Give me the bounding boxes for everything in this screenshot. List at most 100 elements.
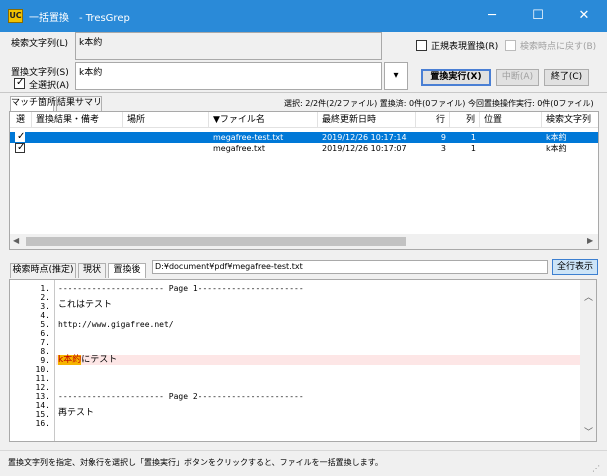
divider xyxy=(0,92,607,93)
col-header-filename[interactable]: ▼ファイル名 xyxy=(209,112,318,128)
table-header: 選 置換結果・備考 場所 ▼ファイル名 最終更新日時 行 列 位置 検索文字列 xyxy=(10,112,598,128)
row-col: 1 xyxy=(470,133,476,142)
scroll-down-icon[interactable]: ﹀ xyxy=(584,425,593,438)
row-pos xyxy=(484,143,540,154)
tab-current[interactable]: 現状 xyxy=(78,263,106,278)
preview-tabs: 検索時点(推定) 現状 置換後 xyxy=(10,263,150,278)
line-number: 7. xyxy=(40,338,50,347)
abort-button[interactable]: 中断(A) xyxy=(496,69,539,86)
line-number: 4. xyxy=(40,311,50,320)
line-number: 3. xyxy=(40,302,50,311)
page-header-line: ---------------------- Page 2-----------… xyxy=(58,392,304,401)
row-result xyxy=(36,132,121,143)
show-all-rows-button[interactable]: 全行表示 xyxy=(552,259,598,275)
tab-after-replace[interactable]: 置換後 xyxy=(108,263,146,278)
row-place xyxy=(127,132,207,143)
table-horizontal-scrollbar[interactable]: ◀ ▶ xyxy=(10,234,598,249)
match-line-rest: にテスト xyxy=(81,355,118,365)
row-line: 3 xyxy=(440,144,446,153)
col-header-col[interactable]: 列 xyxy=(450,112,480,128)
file-path-field[interactable]: D:¥document¥pdf¥megafree-test.txt xyxy=(152,260,548,274)
title-bar[interactable]: UC 一括置換 - TresGrep ─ ☐ ✕ xyxy=(0,0,607,32)
col-header-line[interactable]: 行 xyxy=(416,112,450,128)
scroll-left-icon[interactable]: ◀ xyxy=(13,236,19,245)
close-button[interactable]: ✕ xyxy=(561,0,607,32)
tab-at-search[interactable]: 検索時点(推定) xyxy=(10,263,76,278)
line-number: 8. xyxy=(40,347,50,356)
row-modified: 2019/12/26 10:17:14 xyxy=(322,133,407,142)
resize-grip-icon[interactable]: ⋰ xyxy=(592,464,600,473)
replace-field[interactable]: k本約 xyxy=(75,62,382,90)
row-modified: 2019/12/26 10:17:07 xyxy=(322,144,407,153)
row-checkbox[interactable] xyxy=(15,131,25,142)
col-header-check[interactable]: 選 xyxy=(12,112,32,128)
search-field[interactable]: k本約 xyxy=(75,32,382,60)
replace-history-dropdown[interactable]: ▾ xyxy=(384,62,408,90)
table-row[interactable]: megafree-test.txt 2019/12/26 10:17:14 9 … xyxy=(10,131,598,143)
match-highlight: k本約 xyxy=(58,355,82,365)
window-title: 一括置換 - TresGrep xyxy=(29,13,130,24)
preview-editor[interactable]: 1. 2. 3. 4. 5. 6. 7. 8. 9. 10. 11. 12. 1… xyxy=(9,279,597,442)
revert-checkbox[interactable] xyxy=(505,40,516,51)
preview-line: 再テスト xyxy=(58,408,95,418)
scroll-up-icon[interactable]: ︿ xyxy=(584,290,593,303)
line-number-gutter: 1. 2. 3. 4. 5. 6. 7. 8. 9. 10. 11. 12. 1… xyxy=(10,280,55,441)
line-number: 5. xyxy=(40,320,50,329)
table-scroll-thumb[interactable] xyxy=(26,237,406,246)
table-row[interactable]: megafree.txt 2019/12/26 10:17:07 3 1 k本約 xyxy=(10,142,598,154)
editor-vertical-scrollbar[interactable]: ︿ ﹀ xyxy=(580,280,596,441)
regex-label: 正規表現置換(R) xyxy=(431,42,499,52)
line-number: 14. xyxy=(35,401,50,410)
col-header-place[interactable]: 場所 xyxy=(123,112,209,128)
replace-value: k本約 xyxy=(79,68,103,78)
row-searchstr: k本約 xyxy=(546,144,567,153)
row-place xyxy=(127,143,207,154)
minimize-button[interactable]: ─ xyxy=(469,0,515,32)
row-filename: megafree-test.txt xyxy=(213,133,284,142)
row-searchstr: k本約 xyxy=(546,133,567,142)
col-header-result[interactable]: 置換結果・備考 xyxy=(32,112,123,128)
row-checkbox[interactable] xyxy=(15,142,25,153)
line-number: 10. xyxy=(35,365,50,374)
tab-summary[interactable]: 結果サマリ xyxy=(56,96,102,111)
line-number: 13. xyxy=(35,392,50,401)
line-number: 9. xyxy=(40,356,50,365)
page-header-line: ---------------------- Page 1-----------… xyxy=(58,284,304,293)
line-number: 6. xyxy=(40,329,50,338)
line-number: 11. xyxy=(35,374,50,383)
row-result xyxy=(36,143,121,154)
execute-button[interactable]: 置換実行(X) xyxy=(421,69,491,86)
maximize-button[interactable]: ☐ xyxy=(515,0,561,32)
match-line: k本約にテスト xyxy=(58,355,118,365)
app-icon: UC xyxy=(8,9,23,23)
chevron-down-icon: ▾ xyxy=(393,70,399,81)
col-header-pos[interactable]: 位置 xyxy=(480,112,542,128)
line-number: 1. xyxy=(40,284,50,293)
highlighted-line xyxy=(56,355,580,365)
status-bar: 置換文字列を指定、対象行を選択し「置換実行」ボタンをクリックすると、ファイルを一… xyxy=(0,450,607,476)
line-number: 16. xyxy=(35,419,50,428)
row-line: 9 xyxy=(440,133,446,142)
preview-line: http://www.gigafree.net/ xyxy=(58,320,174,329)
scroll-right-icon[interactable]: ▶ xyxy=(587,236,593,245)
results-table[interactable]: 選 置換結果・備考 場所 ▼ファイル名 最終更新日時 行 列 位置 検索文字列 … xyxy=(9,111,599,250)
select-all-checkbox[interactable] xyxy=(14,77,25,89)
search-label: 検索文字列(L) xyxy=(11,39,69,49)
col-header-searchstr[interactable]: 検索文字列 xyxy=(542,112,598,128)
selection-summary: 選択: 2/2件(2/2ファイル) 置換済: 0件(0ファイル) 今回置換操作実… xyxy=(284,99,594,108)
row-col: 1 xyxy=(470,144,476,153)
finish-button[interactable]: 終了(C) xyxy=(544,69,589,86)
status-text: 置換文字列を指定、対象行を選択し「置換実行」ボタンをクリックすると、ファイルを一… xyxy=(8,458,383,467)
select-all-label: 全選択(A) xyxy=(29,81,70,91)
preview-line: これはテスト xyxy=(58,300,113,310)
line-number: 12. xyxy=(35,383,50,392)
row-pos xyxy=(484,132,540,143)
tab-matches[interactable]: マッチ箇所 xyxy=(10,96,56,111)
search-value: k本約 xyxy=(79,38,103,48)
col-header-modified[interactable]: 最終更新日時 xyxy=(318,112,416,128)
row-filename: megafree.txt xyxy=(213,144,266,153)
line-number: 2. xyxy=(40,293,50,302)
revert-label: 検索時点に戻す(B) xyxy=(520,42,597,52)
regex-checkbox[interactable] xyxy=(416,40,427,51)
results-tabs: マッチ箇所 結果サマリ xyxy=(10,96,210,111)
